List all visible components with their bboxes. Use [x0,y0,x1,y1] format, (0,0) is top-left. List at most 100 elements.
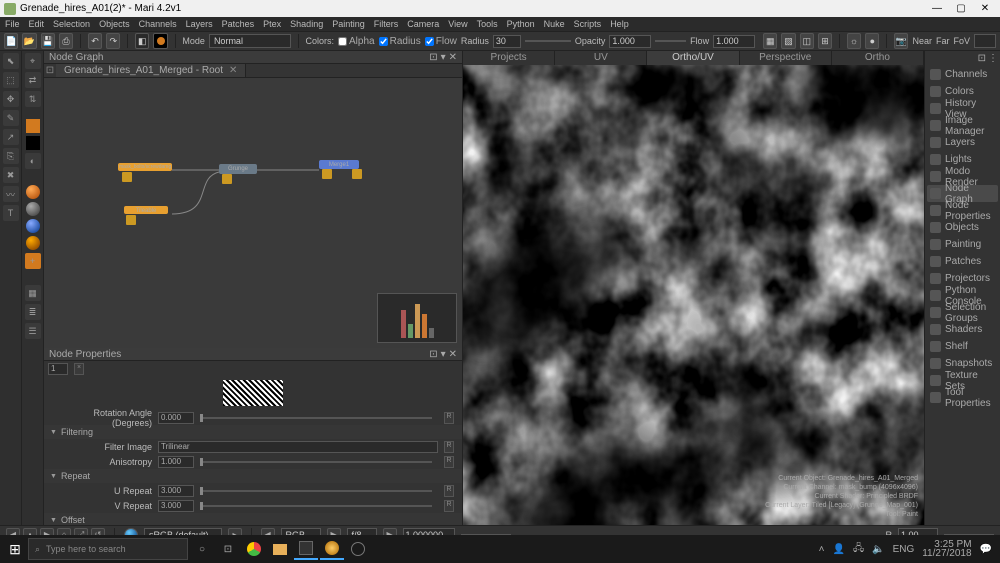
erase-tool-icon[interactable]: ✖ [3,167,19,183]
tray-people-icon[interactable]: 👤 [833,544,845,555]
material-preview-1[interactable] [26,185,40,199]
menu-patches[interactable]: Patches [222,19,255,29]
stack-icon[interactable]: ☰ [25,323,41,339]
saveall-icon[interactable]: ⎙ [59,33,73,49]
filterimg-reset-icon[interactable]: R [444,441,454,453]
view4-icon[interactable]: ⊞ [818,33,832,49]
close-button[interactable]: ✕ [980,3,990,14]
tray-net-icon[interactable]: 🖧 [853,541,864,558]
view3-icon[interactable]: ◫ [800,33,814,49]
vrepeat-input[interactable] [158,500,194,512]
tray-vol-icon[interactable]: 🔈 [872,544,884,555]
fg-color-swatch[interactable] [26,119,40,133]
panel-pin-icon[interactable]: ⊡ [429,52,437,63]
node-grunge-port[interactable] [222,174,232,184]
node-mask[interactable]: mask_bolts/screwdamge_grunge [118,163,172,171]
shade-icon[interactable]: ● [865,33,879,49]
node-graph-canvas[interactable]: mask_bolts/screwdamge_grunge Grunge Tile… [44,78,462,348]
open-icon[interactable]: 📂 [22,33,36,49]
opacity-slider[interactable] [655,40,686,42]
viewport-canvas[interactable]: Current Object: Grenade_hires_A01_Merged… [463,65,924,525]
menu-layers[interactable]: Layers [186,19,213,29]
palette-item-shaders[interactable]: Shaders [927,321,998,338]
undo-icon[interactable]: ↶ [88,33,102,49]
menu-edit[interactable]: Edit [29,19,45,29]
vector-tool-icon[interactable]: ↗ [3,129,19,145]
chrome-icon[interactable] [242,538,266,560]
record-icon[interactable] [153,33,167,49]
viewport-tab-projects[interactable]: Projects [463,51,555,65]
app3-icon[interactable] [346,538,370,560]
view2-icon[interactable]: ▨ [781,33,795,49]
filterimg-select[interactable]: Trilinear [158,441,438,453]
node-merge-outport[interactable] [352,169,362,179]
menu-shading[interactable]: Shading [290,19,323,29]
radius-input[interactable] [493,35,521,48]
viewport-tab-perspective[interactable]: Perspective [740,51,832,65]
menu-ptex[interactable]: Ptex [263,19,281,29]
transform-tool-icon[interactable]: ✥ [3,91,19,107]
palette-item-painting[interactable]: Painting [927,236,998,253]
swap-colors-icon[interactable]: ◐ [25,153,41,169]
menu-tools[interactable]: Tools [477,19,498,29]
node-graph-navigator[interactable] [377,293,457,343]
menu-nuke[interactable]: Nuke [544,19,565,29]
mask-icon[interactable]: ◧ [135,33,149,49]
panel-close-icon[interactable]: ✕ [449,52,457,63]
grid-icon[interactable]: ▦ [25,285,41,301]
rotation-slider[interactable] [200,417,432,419]
layers-icon[interactable]: ≣ [25,304,41,320]
material-preview-4[interactable] [26,236,40,250]
view1-icon[interactable]: ▦ [763,33,777,49]
viewport-tab-orthouv[interactable]: Ortho/UV [647,51,739,65]
flip-icon[interactable]: ⇄ [25,72,41,88]
menu-file[interactable]: File [5,19,20,29]
explorer-icon[interactable] [268,538,292,560]
taskbar-search[interactable]: ⌕ Type here to search [28,538,188,560]
radius-checkbox[interactable] [379,37,388,46]
tray-up-icon[interactable]: ˄ [819,544,825,555]
text-tool-icon[interactable]: T [3,205,19,221]
save-icon[interactable]: 💾 [41,33,55,49]
tab-prev-icon[interactable]: ⊡ [44,65,56,76]
palette-item-patches[interactable]: Patches [927,253,998,270]
palette-item-channels[interactable]: Channels [927,66,998,83]
flow-input[interactable] [713,35,755,48]
palette-pin-icon[interactable]: ⊡ [978,53,986,65]
rotation-reset-icon[interactable]: R [444,412,454,424]
node-merge[interactable]: Merge1 [319,160,359,169]
urepeat-input[interactable] [158,485,194,497]
menu-filters[interactable]: Filters [374,19,399,29]
menu-scripts[interactable]: Scripts [574,19,602,29]
repeat-section[interactable]: Repeat [44,469,462,483]
node-tileable[interactable]: Tileable [124,206,168,214]
mari-icon[interactable] [320,538,344,560]
offset-section[interactable]: Offset [44,513,462,525]
node-mask-port[interactable] [122,172,132,182]
menu-view[interactable]: View [448,19,467,29]
node-tileable-port[interactable] [126,215,136,225]
minimize-button[interactable]: — [932,3,942,14]
select-tool-icon[interactable]: ⬉ [3,53,19,69]
flow-checkbox[interactable] [425,37,434,46]
panel-close-icon[interactable]: ✕ [449,349,457,360]
alpha-checkbox[interactable] [338,37,347,46]
tray-lang[interactable]: ENG [893,544,915,555]
palette-item-image-manager[interactable]: Image Manager [927,117,998,134]
maximize-button[interactable]: ▢ [956,3,966,14]
bg-color-swatch[interactable] [26,136,40,150]
clone-tool-icon[interactable]: ⎘ [3,148,19,164]
panel-opt-icon[interactable]: ▾ [441,349,446,360]
palette-item-node-properties[interactable]: Node Properties [927,202,998,219]
opacity-input[interactable] [609,35,651,48]
menu-python[interactable]: Python [507,19,535,29]
node-grunge[interactable]: Grunge [219,164,257,174]
new-icon[interactable]: 📄 [4,33,18,49]
aniso-reset-icon[interactable]: R [444,456,454,468]
palette-item-selection-groups[interactable]: Selection Groups [927,304,998,321]
tab-close-icon[interactable]: ✕ [229,65,237,76]
cam-icon[interactable]: 📷 [894,33,908,49]
smudge-tool-icon[interactable]: 〰 [3,186,19,202]
tray-notif-icon[interactable]: 💬 [980,544,992,555]
urepeat-slider[interactable] [200,490,432,492]
